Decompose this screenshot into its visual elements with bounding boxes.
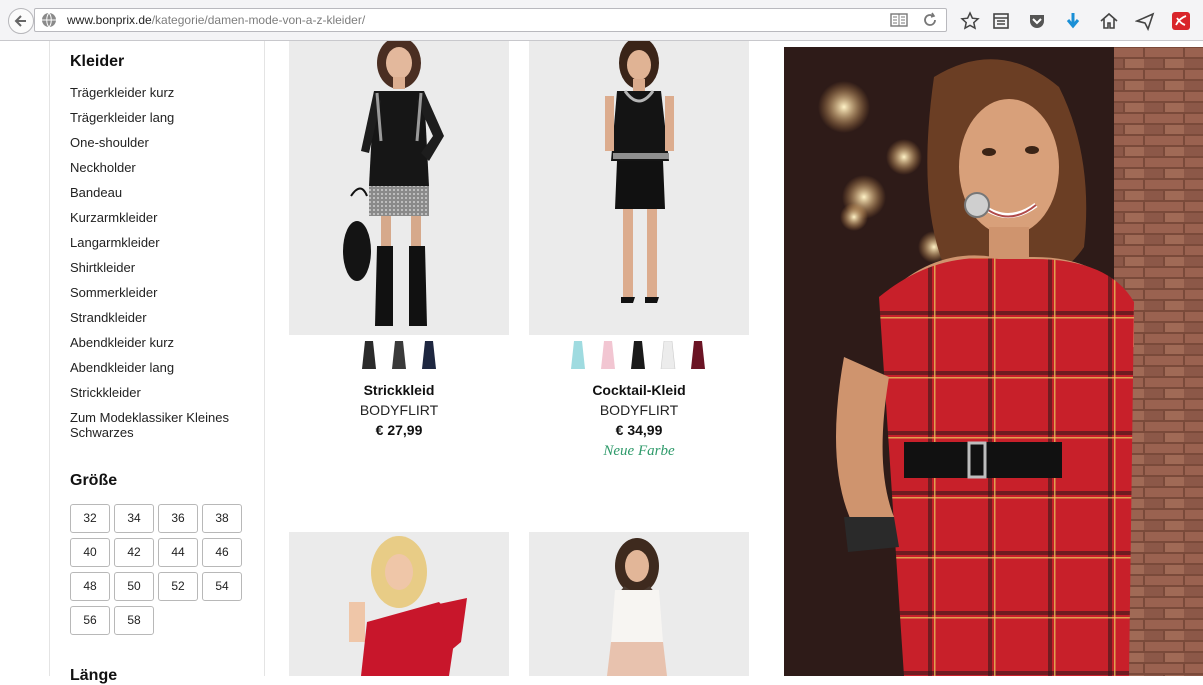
product-price: € 34,99 [615,422,663,438]
category-link[interactable]: One-shoulder [70,135,250,160]
url-path: /kategorie/damen-mode-von-a-z-kleider/ [151,13,366,27]
size-option[interactable]: 58 [114,606,154,635]
category-sidebar: Kleider Trägerkleider kurz Trägerkleider… [49,41,265,684]
category-link[interactable]: Bandeau [70,185,250,210]
share-icon[interactable] [1135,11,1155,31]
category-link[interactable]: Abendkleider lang [70,360,250,385]
size-option[interactable]: 44 [158,538,198,567]
url-text[interactable]: www.bonprix.de/kategorie/damen-mode-von-… [67,13,365,27]
reload-icon[interactable] [922,12,938,28]
download-icon[interactable] [1063,11,1083,31]
bookmarks-list-icon[interactable] [991,11,1011,31]
reader-view-icon[interactable] [890,13,908,27]
product-price: € 27,99 [375,422,423,438]
category-link[interactable]: Shirtkleider [70,260,250,285]
category-link[interactable]: Neckholder [70,160,250,185]
category-link[interactable]: Zum Modeklassiker Kleines Schwarzes [70,410,250,450]
home-icon[interactable] [1099,11,1119,31]
category-link[interactable]: Kurzarmkleider [70,210,250,235]
new-color-badge: Neue Farbe [603,443,675,459]
product-image[interactable] [289,532,509,676]
hero-banner[interactable] [784,47,1203,676]
category-link[interactable]: Abendkleider kurz [70,335,250,360]
color-swatches [570,340,706,371]
size-option[interactable]: 48 [70,572,110,601]
size-option[interactable]: 46 [202,538,242,567]
browser-toolbar: www.bonprix.de/kategorie/damen-mode-von-… [0,0,1203,41]
category-heading: Kleider [70,53,125,70]
length-heading: Länge [70,667,118,684]
color-swatch[interactable] [391,341,407,369]
back-arrow-icon [14,15,26,27]
color-swatch[interactable] [421,341,437,369]
product-image[interactable] [529,532,749,676]
color-swatch[interactable] [600,341,616,369]
size-heading: Größe [70,472,118,489]
back-button[interactable] [8,8,34,34]
product-photo-knit-dress [289,41,509,335]
product-name[interactable]: Strickkleid [289,382,509,398]
category-link[interactable]: Sommerkleider [70,285,250,310]
product-name[interactable]: Cocktail-Kleid [529,382,749,398]
product-image[interactable] [289,41,509,335]
size-option[interactable]: 38 [202,504,242,533]
product-photo-red-gown [289,532,509,676]
product-brand: BODYFLIRT [599,402,679,418]
pocket-icon[interactable] [1027,11,1047,31]
product-image[interactable] [529,41,749,335]
globe-icon [42,12,56,28]
color-swatch[interactable] [660,340,676,370]
size-option[interactable]: 32 [70,504,110,533]
size-option[interactable]: 52 [158,572,198,601]
hero-model-photo [784,47,1203,676]
product-photo-blouse-dress [529,532,749,676]
color-swatch[interactable] [570,341,586,369]
size-option[interactable]: 54 [202,572,242,601]
color-swatches [361,341,437,371]
category-link[interactable]: Strandkleider [70,310,250,335]
url-domain: www.bonprix.de [67,13,152,27]
size-option[interactable]: 34 [114,504,154,533]
size-option[interactable]: 50 [114,572,154,601]
color-swatch[interactable] [361,341,377,369]
category-list: Trägerkleider kurz Trägerkleider lang On… [70,85,250,450]
bookmark-star-icon[interactable] [960,11,980,31]
category-link[interactable]: Langarmkleider [70,235,250,260]
category-link[interactable]: Strickkleider [70,385,250,410]
size-option[interactable]: 42 [114,538,154,567]
category-link[interactable]: Trägerkleider lang [70,110,250,135]
category-link[interactable]: Trägerkleider kurz [70,85,250,110]
url-bar[interactable]: www.bonprix.de/kategorie/damen-mode-von-… [34,8,947,32]
product-brand: BODYFLIRT [359,402,439,418]
size-option[interactable]: 56 [70,606,110,635]
addon-icon[interactable] [1171,11,1191,31]
color-swatch[interactable] [690,341,706,369]
size-option[interactable]: 36 [158,504,198,533]
size-option[interactable]: 40 [70,538,110,567]
color-swatch[interactable] [630,341,646,369]
product-photo-cocktail-dress [529,41,749,335]
